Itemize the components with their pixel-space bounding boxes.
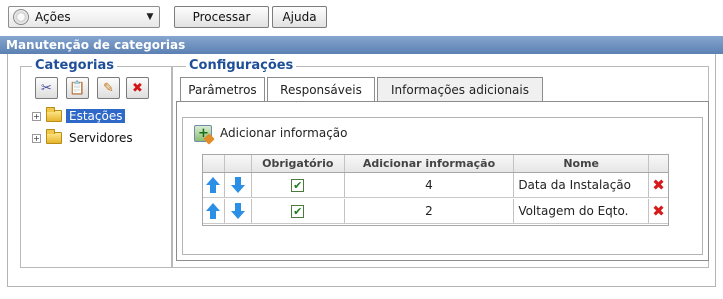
column-header-name: Nome bbox=[514, 155, 650, 172]
chevron-down-icon: ▼ bbox=[146, 12, 154, 22]
arrow-up-icon[interactable] bbox=[206, 177, 221, 193]
tree-item-servidores[interactable]: + Servidores bbox=[32, 129, 136, 146]
column-header bbox=[203, 155, 225, 172]
toolbar: Ações ▼ Processar Ajuda bbox=[0, 0, 723, 34]
add-info-action[interactable]: + Adicionar informação bbox=[194, 123, 348, 145]
actions-dropdown-label: Ações bbox=[35, 10, 71, 24]
name-value: Data da Instalação bbox=[518, 178, 631, 192]
folder-icon bbox=[46, 107, 62, 122]
required-checkbox[interactable]: ✔ bbox=[291, 178, 305, 192]
delete-icon[interactable]: ✖ bbox=[652, 203, 665, 219]
table-row: ✔ 4 Data da Instalação ✖ bbox=[203, 173, 668, 198]
edit-icon: ✎ bbox=[103, 80, 114, 96]
process-button[interactable]: Processar bbox=[174, 6, 269, 28]
table-header: Obrigatório Adicionar informação Nome bbox=[203, 155, 668, 173]
tab-parametros[interactable]: Parâmetros bbox=[180, 77, 265, 101]
arrow-down-icon[interactable] bbox=[230, 203, 245, 219]
tree-item-label[interactable]: Servidores bbox=[66, 131, 136, 145]
table-row: ✔ 2 Voltagem do Eqto. ✖ bbox=[203, 199, 668, 224]
add-info-label[interactable]: Adicionar informação bbox=[220, 126, 348, 140]
categories-legend: Categorias bbox=[32, 58, 117, 73]
expand-icon[interactable]: + bbox=[32, 111, 41, 121]
expand-icon[interactable]: + bbox=[32, 133, 41, 143]
column-header-required: Obrigatório bbox=[252, 155, 345, 172]
column-header bbox=[225, 155, 252, 172]
tree-item-estacoes[interactable]: + Estações bbox=[32, 107, 126, 124]
add-info-value: 2 bbox=[425, 204, 433, 218]
page-title: Manutenção de categorias bbox=[0, 36, 723, 54]
arrow-up-icon[interactable] bbox=[206, 203, 221, 219]
arrow-down-icon[interactable] bbox=[230, 177, 245, 193]
column-header-add-info: Adicionar informação bbox=[345, 155, 515, 172]
cut-icon: ✂ bbox=[41, 80, 52, 96]
paste-button[interactable]: 📋 bbox=[66, 77, 89, 99]
tab-responsaveis[interactable]: Responsáveis bbox=[267, 77, 375, 101]
help-button[interactable]: Ajuda bbox=[272, 6, 327, 28]
gear-icon bbox=[13, 9, 29, 25]
required-checkbox[interactable]: ✔ bbox=[291, 204, 305, 218]
configurations-legend: Configurações bbox=[186, 58, 297, 73]
add-icon[interactable]: + bbox=[194, 124, 215, 145]
delete-category-button[interactable]: ✖ bbox=[126, 77, 149, 99]
paste-icon: 📋 bbox=[69, 80, 86, 96]
name-value: Voltagem do Eqto. bbox=[518, 204, 629, 218]
delete-icon: ✖ bbox=[132, 80, 143, 96]
delete-icon[interactable]: ✖ bbox=[652, 177, 665, 193]
edit-button[interactable]: ✎ bbox=[97, 77, 120, 99]
column-header bbox=[649, 155, 668, 172]
add-info-value: 4 bbox=[425, 178, 433, 192]
cut-button[interactable]: ✂ bbox=[35, 77, 58, 99]
folder-icon bbox=[46, 129, 62, 144]
tree-item-label[interactable]: Estações bbox=[66, 109, 126, 123]
additional-info-table: Obrigatório Adicionar informação Nome ✔ … bbox=[202, 154, 669, 226]
tab-informacoes-adicionais[interactable]: Informações adicionais bbox=[377, 77, 543, 101]
actions-dropdown[interactable]: Ações ▼ bbox=[8, 6, 160, 28]
